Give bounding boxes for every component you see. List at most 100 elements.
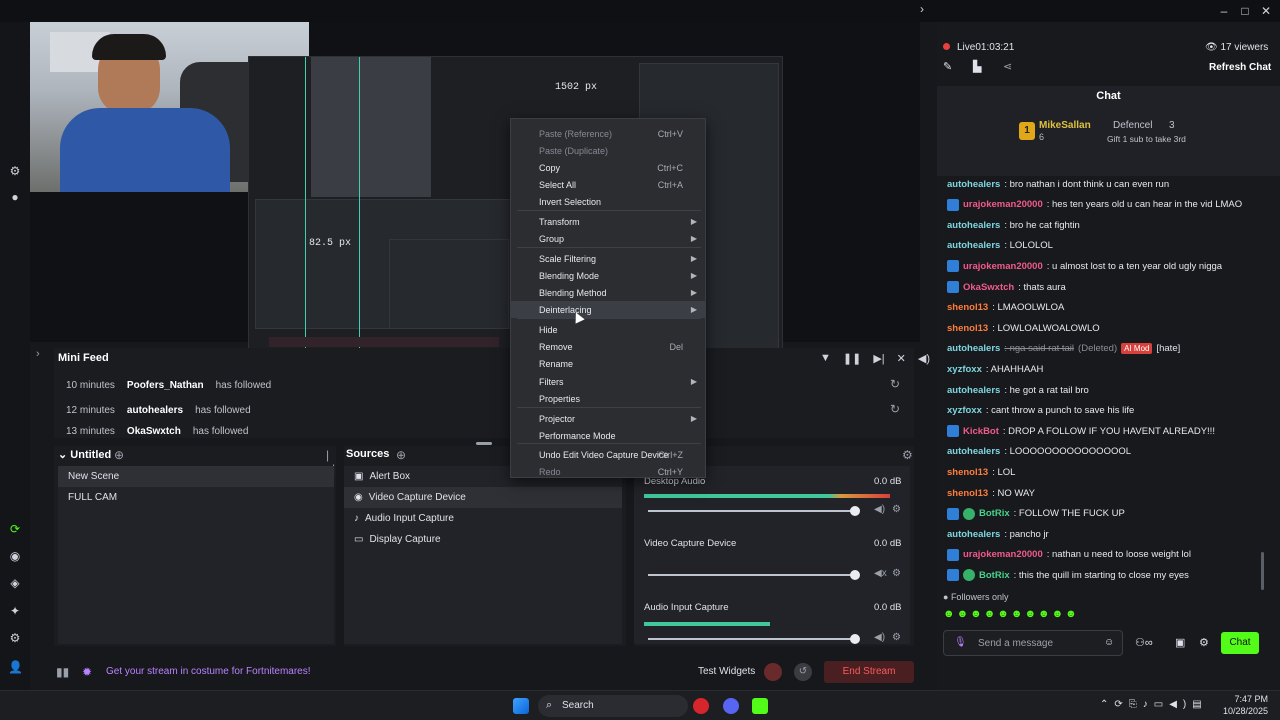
record-button[interactable] bbox=[764, 663, 782, 681]
chat-username[interactable]: autohealers bbox=[947, 220, 1000, 231]
chat-username[interactable]: shenol13 bbox=[947, 323, 988, 334]
refresh-chat-button[interactable]: Refresh Chat bbox=[1209, 62, 1271, 73]
store-icon[interactable]: ▣ bbox=[1175, 636, 1185, 649]
chat-username[interactable]: autohealers bbox=[947, 446, 1000, 457]
channel-settings-icon[interactable]: ⚙ bbox=[892, 504, 901, 515]
chat-username[interactable]: BotRix bbox=[979, 508, 1010, 519]
chat-username[interactable]: urajokeman20000 bbox=[963, 199, 1043, 210]
discord-icon[interactable] bbox=[723, 698, 739, 714]
speaker-muted-icon[interactable]: ◀x bbox=[874, 568, 887, 579]
replay-buffer-icon[interactable]: ↺ bbox=[794, 663, 812, 681]
chat-username[interactable]: BotRix bbox=[979, 570, 1010, 581]
source-item[interactable]: ▭ Display Capture bbox=[344, 529, 622, 550]
chat-username[interactable]: shenol13 bbox=[947, 488, 988, 499]
menu-item[interactable]: Properties bbox=[511, 390, 705, 407]
chat-message[interactable]: urajokeman20000: nathan u need to loose … bbox=[947, 545, 1191, 565]
skip-icon[interactable]: ▶| bbox=[873, 352, 884, 365]
chat-message[interactable]: urajokeman20000: hes ten years old u can… bbox=[947, 195, 1242, 215]
menu-item[interactable]: Hide bbox=[511, 321, 705, 338]
chat-username[interactable]: autohealers bbox=[947, 385, 1000, 396]
chat-message[interactable]: xyzfoxx: cant throw a punch to save his … bbox=[947, 401, 1134, 421]
menu-item[interactable]: Scale Filtering ▶ bbox=[511, 250, 705, 267]
mic-icon[interactable]: 🎙 bbox=[954, 637, 967, 648]
minimize-icon[interactable]: – bbox=[1216, 3, 1232, 19]
chat-message[interactable]: shenol13: LMAOOLWLOA bbox=[947, 298, 1064, 318]
menu-item[interactable]: Copy Ctrl+C bbox=[511, 159, 705, 176]
opera-icon[interactable] bbox=[693, 698, 709, 714]
chat-settings-icon[interactable]: ⚙ bbox=[1199, 636, 1209, 649]
record-icon[interactable]: ● bbox=[8, 190, 22, 204]
chat-message[interactable]: urajokeman20000: u almost lost to a ten … bbox=[947, 256, 1222, 276]
chat-username[interactable]: urajokeman20000 bbox=[963, 549, 1043, 560]
menu-item[interactable]: Rename bbox=[511, 355, 705, 372]
chat-input[interactable]: 🎙 Send a message ☺ bbox=[943, 630, 1123, 656]
menu-item[interactable]: Blending Method ▶ bbox=[511, 284, 705, 301]
menu-item[interactable]: Projector ▶ bbox=[511, 410, 705, 427]
chat-message[interactable]: autohealers: bro he cat fightin bbox=[947, 215, 1080, 235]
chat-message[interactable]: autohealers: he got a rat tail bro bbox=[947, 380, 1089, 400]
menu-item[interactable]: Performance Mode bbox=[511, 427, 705, 444]
collapse-chevron-icon[interactable]: › bbox=[920, 2, 924, 16]
volume-knob[interactable] bbox=[850, 570, 860, 580]
replay-icon[interactable]: ↻ bbox=[890, 377, 900, 391]
volume-slider[interactable] bbox=[648, 638, 854, 640]
chat-message[interactable]: autohealers: pancho jr bbox=[947, 524, 1049, 544]
gift-text[interactable]: Gift 1 sub to take 3rd bbox=[1107, 134, 1186, 144]
chat-message[interactable]: KickBot: DROP A FOLLOW IF YOU HAVENT ALR… bbox=[947, 421, 1215, 441]
kick-studio-icon[interactable] bbox=[752, 698, 768, 714]
source-item[interactable]: ♪ Audio Input Capture bbox=[344, 508, 622, 529]
stream-icon[interactable]: ⟳ bbox=[8, 522, 22, 536]
scene-item[interactable]: New Scene bbox=[58, 466, 334, 487]
menu-item[interactable]: Filters ▶ bbox=[511, 373, 705, 390]
chat-username[interactable]: autohealers bbox=[947, 179, 1000, 190]
chat-username[interactable]: KickBot bbox=[963, 426, 999, 437]
volume-knob[interactable] bbox=[850, 634, 860, 644]
chat-username[interactable]: xyzfoxx bbox=[947, 405, 982, 416]
volume-slider[interactable] bbox=[648, 574, 854, 576]
scene-item[interactable]: FULL CAM bbox=[58, 487, 334, 508]
themes-icon[interactable]: ◈ bbox=[8, 576, 22, 590]
chat-message[interactable]: autohealers: LOLOLOL bbox=[947, 236, 1053, 256]
speaker-icon[interactable]: ◀) bbox=[874, 504, 885, 515]
replay-icon[interactable]: ↻ bbox=[890, 402, 900, 416]
mixer-settings-icon[interactable]: ⚙ bbox=[902, 448, 913, 462]
chat-username[interactable]: shenol13 bbox=[947, 302, 988, 313]
gear-icon[interactable]: ⚙ bbox=[8, 164, 22, 178]
speaker-icon[interactable]: ◀) bbox=[874, 632, 885, 643]
chat-username[interactable]: autohealers bbox=[947, 343, 1000, 354]
profile-icon[interactable]: 👤 bbox=[8, 660, 23, 674]
expand-chevron-icon[interactable]: › bbox=[36, 348, 40, 360]
channel-settings-icon[interactable]: ⚙ bbox=[892, 632, 901, 643]
chat-username[interactable]: urajokeman20000 bbox=[963, 261, 1043, 272]
menu-item[interactable]: Transform ▶ bbox=[511, 213, 705, 230]
chat-username[interactable]: xyzfoxx bbox=[947, 364, 982, 375]
add-source-icon[interactable]: ⊕ bbox=[396, 448, 406, 462]
menu-item[interactable]: Deinterlacing ▶ bbox=[511, 301, 705, 318]
filter-icon[interactable]: ▼ bbox=[820, 352, 831, 365]
chat-username[interactable]: autohealers bbox=[947, 529, 1000, 540]
dashboard-icon[interactable]: ◉ bbox=[8, 549, 22, 563]
chat-message[interactable]: autohealers: LOOOOOOOOOOOOOOOL bbox=[947, 442, 1131, 462]
test-widgets-button[interactable]: Test Widgets bbox=[698, 666, 755, 677]
volume-slider[interactable] bbox=[648, 510, 854, 512]
menu-item[interactable]: Undo Edit Video Capture Device Ctrl+Z bbox=[511, 446, 705, 463]
promo-link[interactable]: Get your stream in costume for Fortnitem… bbox=[106, 666, 311, 677]
menu-item[interactable]: Select All Ctrl+A bbox=[511, 176, 705, 193]
emote-bar[interactable]: ☻☻☻☻☻☻☻☻☻☻ bbox=[943, 608, 1079, 620]
windows-start-icon[interactable] bbox=[513, 698, 529, 714]
system-tray-icons[interactable]: ⌃⟳⎘♪▭◀)▤ bbox=[1100, 699, 1208, 710]
chat-username[interactable]: autohealers bbox=[947, 240, 1000, 251]
volume-knob[interactable] bbox=[850, 506, 860, 516]
chat-username[interactable]: shenol13 bbox=[947, 467, 988, 478]
close-icon[interactable]: ✕ bbox=[1258, 3, 1274, 19]
tools-icon[interactable]: ✦ bbox=[8, 604, 22, 618]
chat-message[interactable]: autohealers: nga said rat tail (Deleted) A… bbox=[947, 339, 1180, 359]
send-chat-button[interactable]: Chat bbox=[1221, 632, 1259, 654]
chat-message[interactable]: OkaSwxtch: thats aura bbox=[947, 277, 1066, 297]
stats-icon[interactable]: ▮▮ bbox=[56, 665, 69, 679]
end-stream-button[interactable]: End Stream bbox=[824, 661, 914, 683]
chat-message[interactable]: shenol13: NO WAY bbox=[947, 483, 1035, 503]
menu-item[interactable]: Blending Mode ▶ bbox=[511, 267, 705, 284]
chat-message[interactable]: xyzfoxx: AHAHHAAH bbox=[947, 359, 1043, 379]
chat-message[interactable]: shenol13: LOL bbox=[947, 462, 1015, 482]
